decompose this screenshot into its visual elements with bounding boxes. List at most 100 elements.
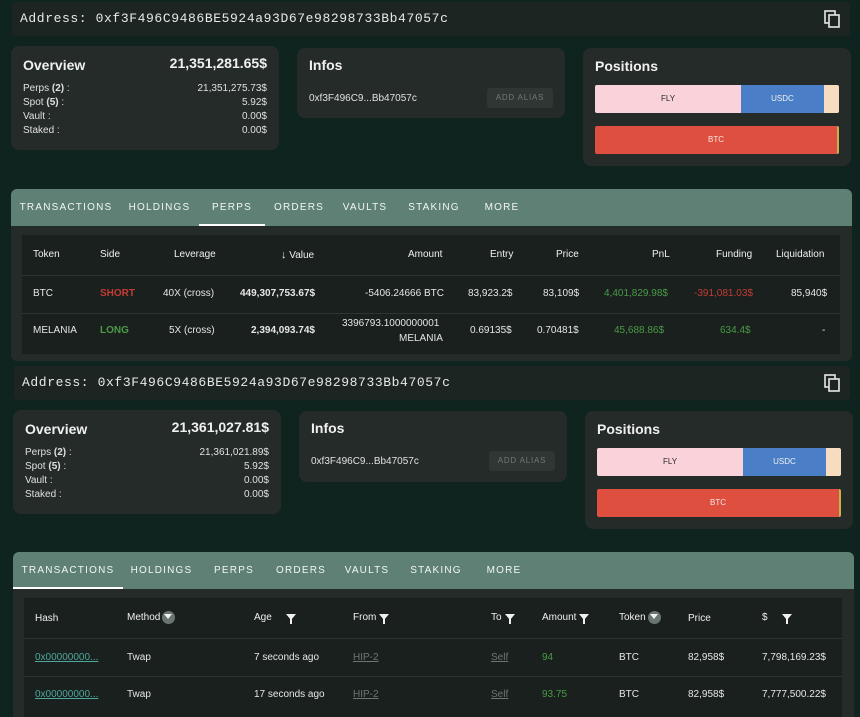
overview-card: Overview 21,361,027.81$ Perps (2) :21,36…	[13, 410, 281, 514]
perps-panel: Token Side Leverage ↓ Value Amount Entry…	[11, 226, 852, 361]
column-header-price[interactable]: Price	[556, 249, 579, 260]
filter-icon[interactable]	[379, 614, 390, 625]
transactions-panel: Hash Method Age From To Amount Token Pri…	[13, 589, 854, 717]
cell-hash-link[interactable]: 0x00000000...	[35, 689, 98, 700]
cell-entry: 0.69135$	[470, 325, 512, 336]
cell-funding: 634.4$	[720, 325, 751, 336]
tab-orders[interactable]: ORDERS	[266, 189, 332, 226]
tab-holdings[interactable]: HOLDINGS	[123, 552, 200, 589]
tab-more[interactable]: MORE	[471, 189, 533, 226]
filter-icon[interactable]	[285, 614, 296, 625]
column-header-amount[interactable]: Amount	[542, 612, 590, 625]
position-segment-btc[interactable]: BTC	[595, 126, 837, 154]
address-bar: Address: 0xf3F496C9486BE5924a93D67e98298…	[12, 2, 850, 36]
row-divider	[22, 313, 840, 314]
position-segment-usdc[interactable]: USDC	[743, 448, 826, 476]
position-segment-other[interactable]	[839, 489, 841, 517]
tab-vaults[interactable]: VAULTS	[332, 189, 398, 226]
positions-title: Positions	[595, 58, 659, 74]
column-header-liquidation[interactable]: Liquidation	[776, 249, 824, 260]
overview-row-spot: Spot (5) :5.92$	[25, 461, 269, 472]
column-header-price[interactable]: Price	[688, 613, 711, 624]
tab-vaults[interactable]: VAULTS	[334, 552, 400, 589]
cell-liquidation: -	[822, 325, 826, 336]
cell-value: 2,394,093.74$	[251, 325, 315, 336]
position-segment-other[interactable]	[826, 448, 841, 476]
tab-bar: TRANSACTIONS HOLDINGS PERPS ORDERS VAULT…	[13, 552, 854, 589]
overview-title: Overview	[25, 421, 88, 437]
positions-bar-2: BTC	[597, 489, 841, 517]
cell-method: Twap	[127, 652, 151, 663]
column-header-usd[interactable]: $	[762, 612, 792, 625]
position-segment-usdc[interactable]: USDC	[741, 85, 824, 113]
overview-row-vault: Vault :0.00$	[23, 111, 267, 122]
sort-down-arrow-icon[interactable]: ↓	[281, 249, 287, 261]
cell-from-link[interactable]: HIP-2	[353, 689, 379, 700]
row-divider	[24, 676, 842, 677]
address-text: Address: 0xf3F496C9486BE5924a93D67e98298…	[20, 11, 449, 26]
column-header-leverage[interactable]: Leverage	[174, 249, 216, 260]
overview-card: Overview 21,351,281.65$ Perps (2) :21,35…	[11, 46, 279, 150]
tab-transactions[interactable]: TRANSACTIONS	[13, 552, 123, 589]
tab-staking[interactable]: STAKING	[398, 189, 470, 226]
position-segment-btc[interactable]: BTC	[597, 489, 839, 517]
infos-card: Infos 0xf3F496C9...Bb47057c ADD ALIAS	[297, 48, 565, 118]
cell-from-link[interactable]: HIP-2	[353, 652, 379, 663]
column-header-amount[interactable]: Amount	[408, 249, 442, 260]
perps-table: Token Side Leverage ↓ Value Amount Entry…	[22, 235, 840, 354]
address-text: Address: 0xf3F496C9486BE5924a93D67e98298…	[22, 375, 451, 390]
tab-more[interactable]: MORE	[473, 552, 535, 589]
cell-token: MELANIA	[33, 325, 77, 336]
column-header-value[interactable]: ↓ Value	[281, 249, 314, 261]
add-alias-button[interactable]: ADD ALIAS	[489, 451, 555, 471]
column-header-method[interactable]: Method	[127, 611, 176, 624]
column-header-entry[interactable]: Entry	[490, 249, 513, 260]
column-header-token[interactable]: Token	[619, 611, 661, 624]
row-divider	[24, 638, 842, 639]
filter-icon[interactable]	[647, 611, 661, 624]
column-header-token[interactable]: Token	[33, 249, 60, 260]
tab-staking[interactable]: STAKING	[400, 552, 472, 589]
cell-method: Twap	[127, 689, 151, 700]
tab-orders[interactable]: ORDERS	[268, 552, 334, 589]
cell-amount-line2: MELANIA	[399, 333, 443, 344]
column-header-side[interactable]: Side	[100, 249, 120, 260]
copy-icon[interactable]	[824, 374, 840, 392]
cell-age: 7 seconds ago	[254, 652, 320, 663]
cell-pnl: 45,688.86$	[614, 325, 665, 336]
filter-icon[interactable]	[781, 614, 792, 625]
add-alias-button[interactable]: ADD ALIAS	[487, 88, 553, 108]
cell-to-link[interactable]: Self	[491, 689, 508, 700]
cell-side: LONG	[100, 325, 129, 336]
filter-icon[interactable]	[504, 614, 515, 625]
tab-perps[interactable]: PERPS	[199, 189, 265, 226]
cell-to-link[interactable]: Self	[491, 652, 508, 663]
tab-perps[interactable]: PERPS	[201, 552, 267, 589]
copy-icon[interactable]	[824, 10, 840, 28]
column-header-to[interactable]: To	[491, 612, 515, 625]
column-header-pnl[interactable]: PnL	[652, 249, 670, 260]
infos-title: Infos	[309, 57, 343, 73]
column-header-age[interactable]: Age	[254, 612, 296, 625]
position-segment-fly[interactable]: FLY	[595, 85, 741, 113]
positions-bar-1: FLY USDC	[595, 85, 839, 113]
column-header-funding[interactable]: Funding	[716, 249, 752, 260]
cell-funding: -391,081.03$	[694, 288, 753, 299]
position-segment-fly[interactable]: FLY	[597, 448, 743, 476]
cell-hash-link[interactable]: 0x00000000...	[35, 652, 98, 663]
position-segment-other[interactable]	[824, 85, 839, 113]
tab-transactions[interactable]: TRANSACTIONS	[11, 189, 121, 226]
column-header-from[interactable]: From	[353, 612, 390, 625]
column-header-hash[interactable]: Hash	[35, 613, 58, 624]
positions-bar-2: BTC	[595, 126, 839, 154]
filter-icon[interactable]	[579, 614, 590, 625]
cell-pnl: 4,401,829.98$	[604, 288, 668, 299]
tab-bar: TRANSACTIONS HOLDINGS PERPS ORDERS VAULT…	[11, 189, 852, 226]
tab-holdings[interactable]: HOLDINGS	[121, 189, 198, 226]
cell-liquidation: 85,940$	[791, 288, 828, 299]
filter-icon[interactable]	[162, 611, 176, 624]
overview-row-vault: Vault :0.00$	[25, 475, 269, 486]
positions-card: Positions FLY USDC BTC	[585, 411, 853, 529]
position-segment-other[interactable]	[837, 126, 839, 154]
cell-token: BTC	[619, 689, 639, 700]
